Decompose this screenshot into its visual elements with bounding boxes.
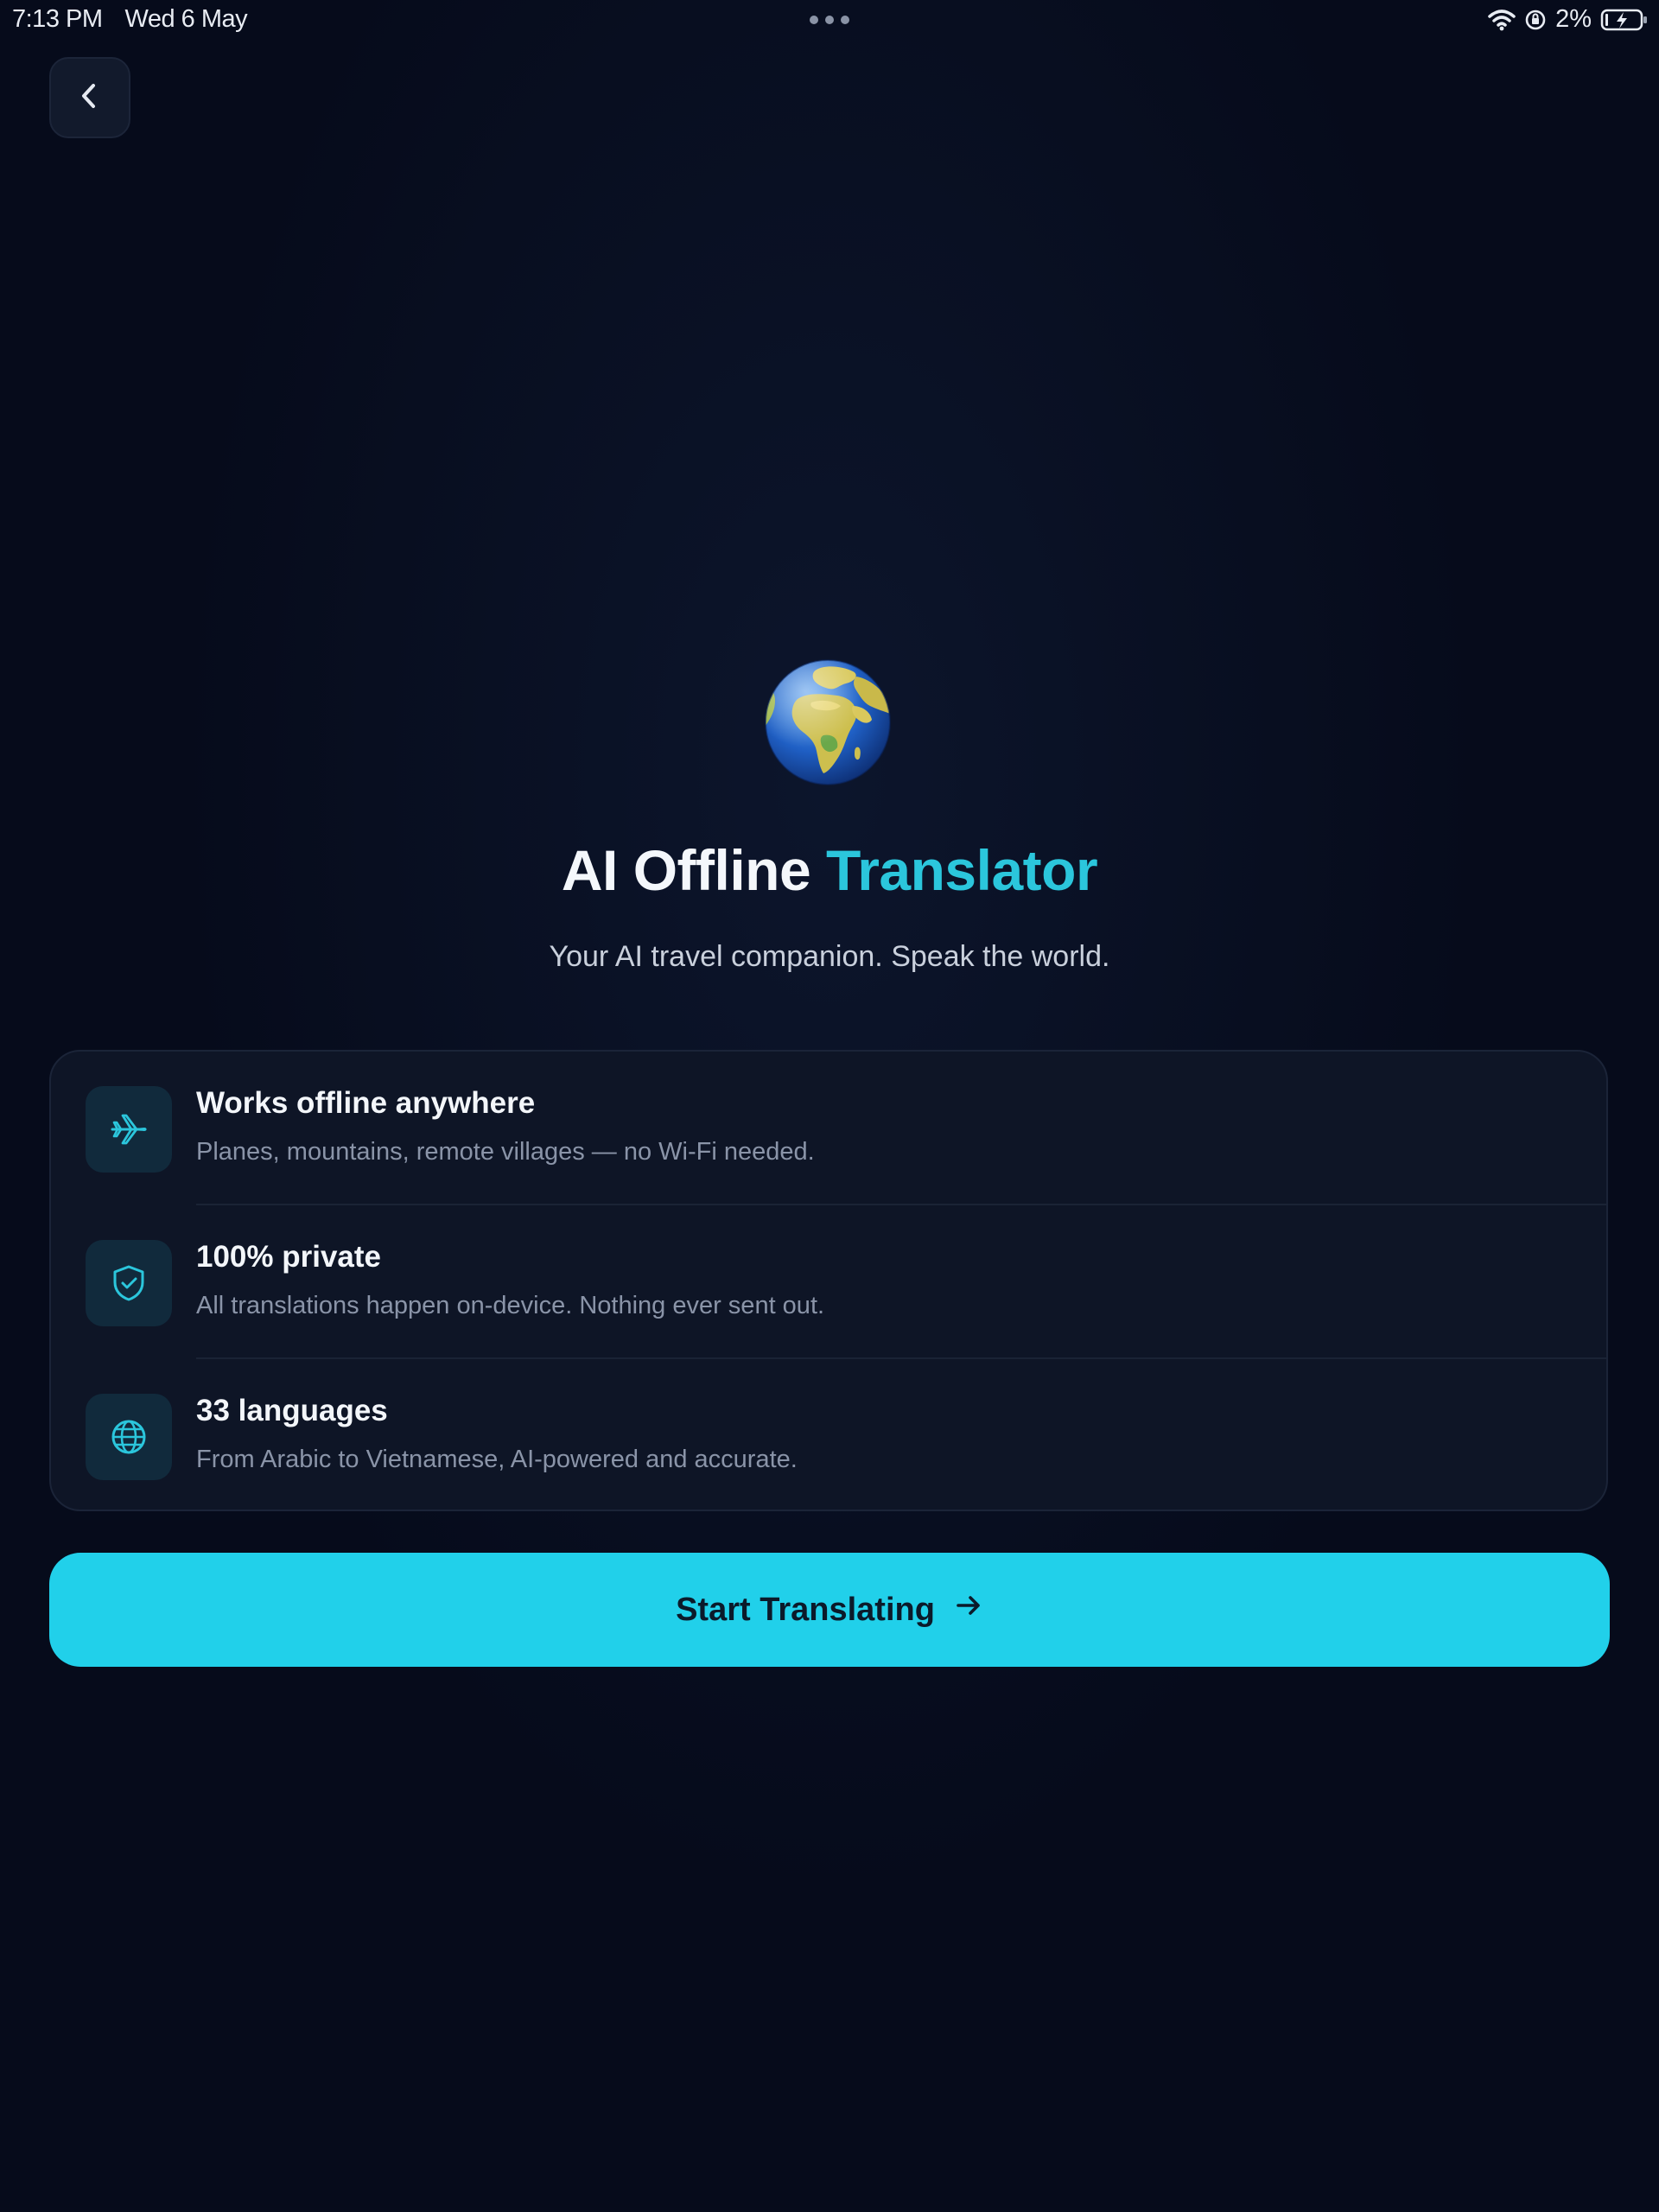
shield-check-icon [86,1240,172,1326]
status-bar: 7:13 PM Wed 6 May 2% [0,0,1659,40]
feature-list-card: Works offline anywhere Planes, mountains… [49,1050,1608,1511]
status-time: 7:13 PM [12,5,103,33]
app-title-main: AI Offline [561,838,827,902]
chevron-left-icon [77,81,103,115]
multitasking-dots-icon[interactable] [810,16,849,24]
feature-title: Works offline anywhere [196,1086,536,1120]
app-title: AI Offline Translator [0,831,1659,909]
airplane-icon [86,1086,172,1173]
arrow-right-icon [954,1591,983,1629]
status-left: 7:13 PM Wed 6 May [12,5,248,34]
feature-title: 100% private [196,1240,382,1274]
globe-emoji-icon [763,658,893,787]
app-title-accent: Translator [826,838,1098,902]
start-translating-button[interactable]: Start Translating [49,1553,1610,1667]
status-date: Wed 6 May [124,5,248,33]
status-right: 2% [1488,5,1649,34]
feature-item-private: 100% private All translations happen on-… [51,1205,1606,1357]
globe-icon [86,1394,172,1480]
battery-percent: 2% [1555,5,1592,33]
battery-charging-icon [1600,8,1649,32]
cta-label: Start Translating [676,1591,935,1628]
feature-item-languages: 33 languages From Arabic to Vietnamese, … [51,1359,1606,1511]
feature-description: Planes, mountains, remote villages — no … [196,1138,815,1166]
onboarding-screen: 7:13 PM Wed 6 May 2% AI Offline Translat… [0,0,1659,2212]
feature-description: All translations happen on-device. Nothi… [196,1292,825,1319]
back-button[interactable] [49,57,130,138]
app-subtitle: Your AI travel companion. Speak the worl… [549,940,1110,973]
wifi-icon [1488,9,1516,31]
feature-title: 33 languages [196,1394,388,1427]
feature-item-offline: Works offline anywhere Planes, mountains… [51,1052,1606,1204]
feature-description: From Arabic to Vietnamese, AI-powered an… [196,1446,798,1473]
screen-rotation-lock-icon [1524,9,1547,31]
